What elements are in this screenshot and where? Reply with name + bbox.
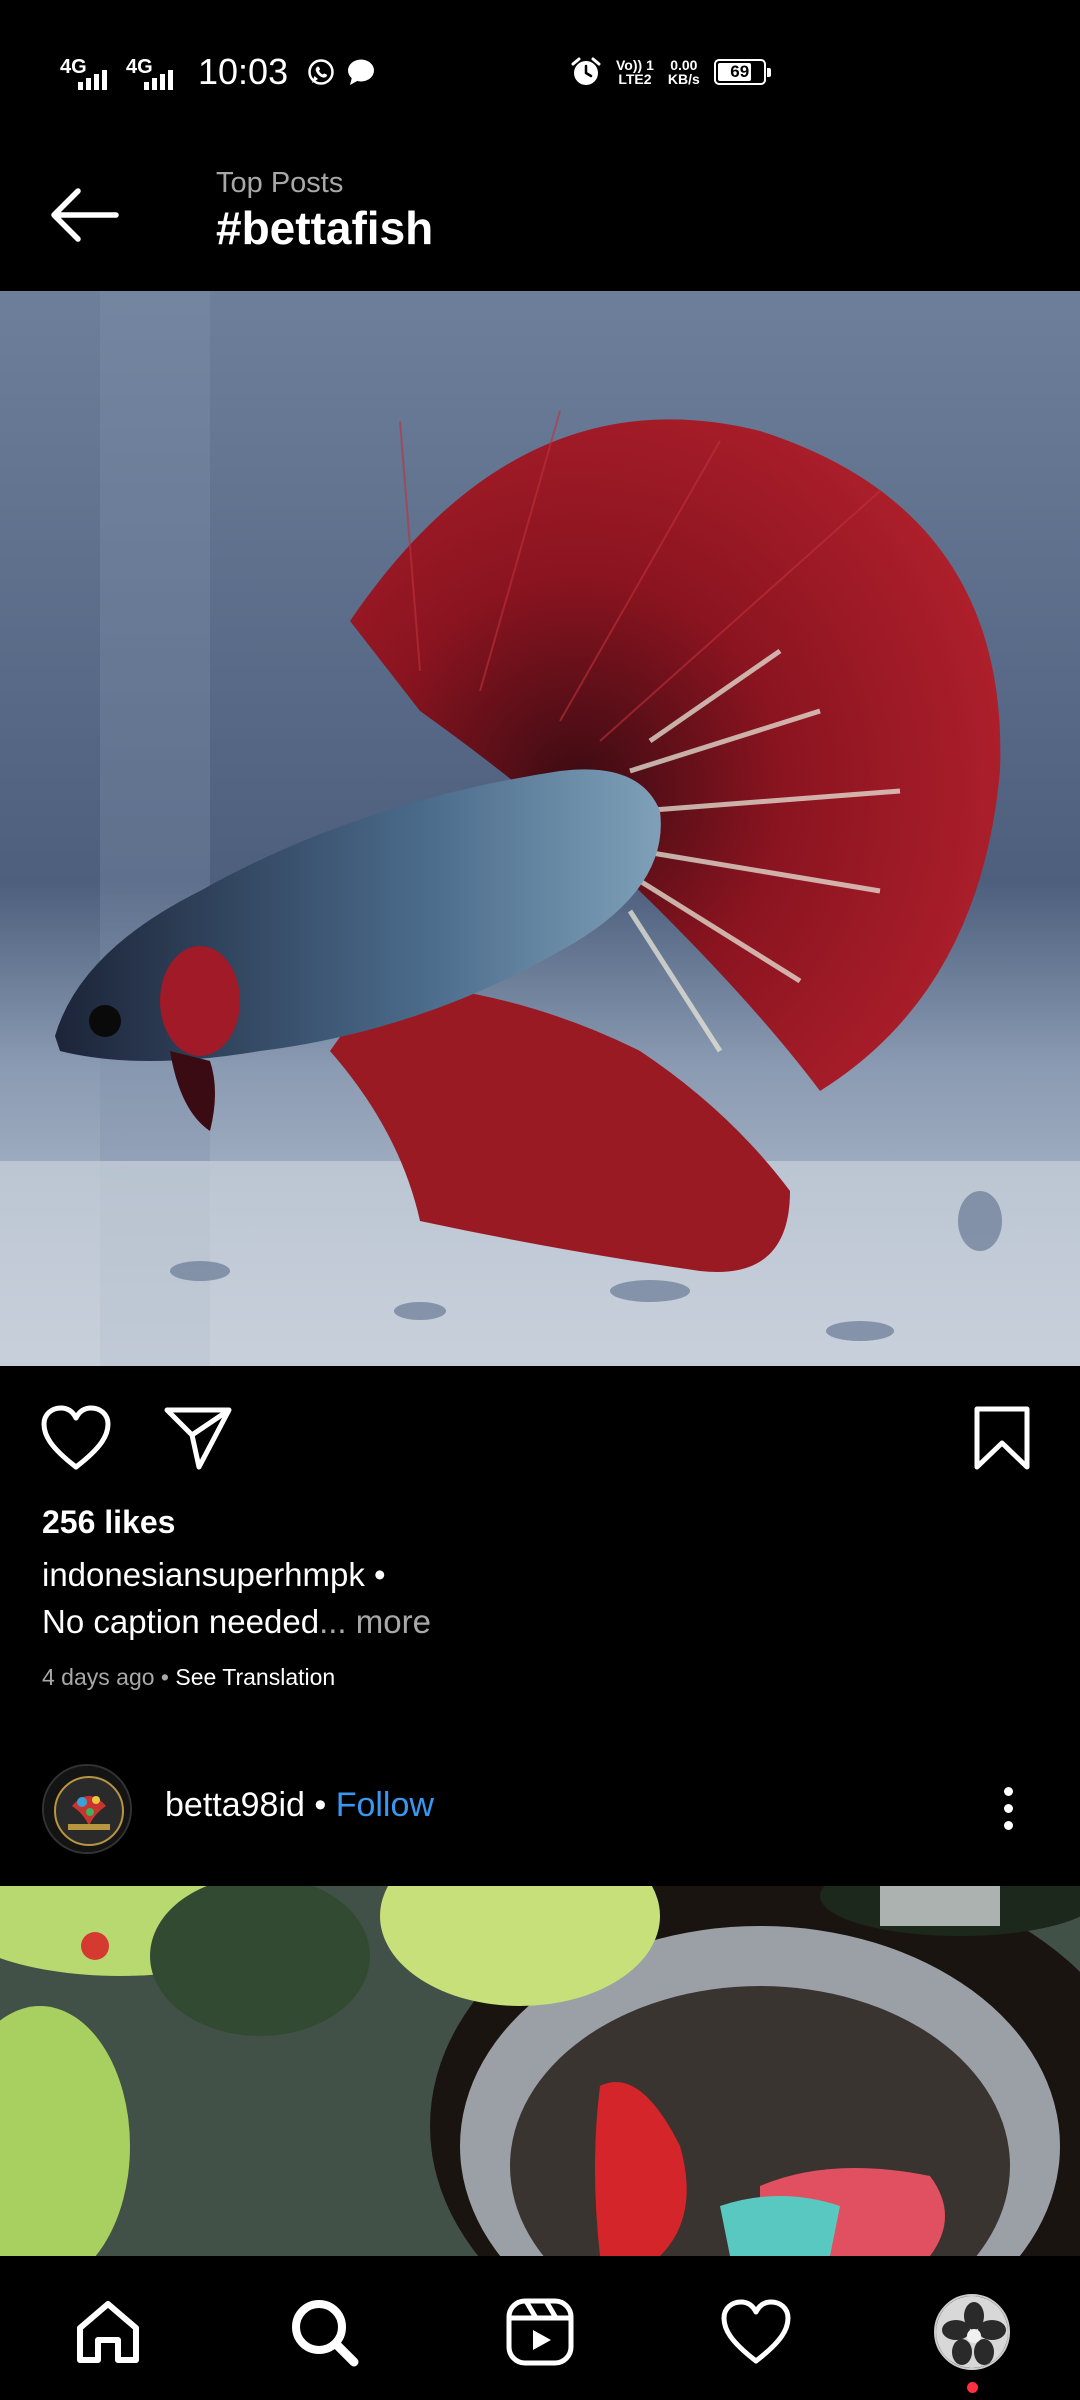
status-right: Vo)) 1 LTE2 0.00 KB/s 69 [570,52,771,92]
post-meta: 4 days ago • See Translation [42,1664,335,1691]
betta-fish-photo [0,291,1080,1366]
more-options-button[interactable] [982,1776,1034,1840]
notification-dot [967,2382,978,2393]
post-image[interactable] [0,291,1080,1366]
whatsapp-icon [308,59,334,85]
top-bar: Top Posts #bettafish [0,145,1080,291]
caption-text: No caption needed [42,1603,320,1640]
activity-heart-icon [721,2299,791,2364]
speed-value: 0.00 [670,57,698,73]
speed-unit: KB/s [667,71,700,87]
volte-line2: LTE2 [618,71,652,87]
nav-activity[interactable] [706,2282,806,2382]
caption: No caption needed... more [42,1603,431,1641]
post2-username[interactable]: betta98id [165,1786,305,1824]
see-translation-link[interactable]: See Translation [175,1664,335,1690]
message-icon [348,59,375,85]
more-link[interactable]: ... more [319,1603,431,1640]
avatar[interactable] [42,1764,132,1854]
network-speed: 0.00 KB/s [668,58,700,86]
likes-count[interactable]: 256 likes [42,1504,175,1541]
heart-icon [41,1405,111,1470]
post2-user-row: betta98id • Follow [165,1786,434,1825]
bookmark-icon [974,1406,1030,1470]
post2-image[interactable] [0,1886,1080,2256]
clock: 10:03 [198,51,289,92]
share-button[interactable] [160,1400,236,1476]
save-button[interactable] [964,1400,1040,1476]
back-arrow-icon [51,188,119,242]
profile-flower-icon [936,2296,1008,2368]
volte-line1: Vo)) 1 [616,57,654,73]
nav-profile[interactable] [922,2282,1022,2382]
like-button[interactable] [38,1400,114,1476]
more-vertical-icon [1003,1786,1013,1796]
bottom-navigation [0,2256,1080,2400]
reels-icon [506,2298,574,2366]
nav-reels[interactable] [490,2282,590,2382]
volte-indicator: Vo)) 1 LTE2 [616,58,654,86]
status-bar: 4G 4G 10:03 Vo)) 1 LTE2 0.00 KB/s 69 [0,0,1080,145]
post-actions [0,1400,1080,1480]
user-avatar-logo [44,1766,130,1852]
time-ago: 4 days ago [42,1664,155,1690]
meta-separator: • [154,1664,176,1690]
signal-1: 4G [60,52,116,92]
search-icon [292,2300,359,2367]
profile-avatar [934,2294,1010,2370]
header-subtitle: Top Posts [216,167,344,199]
nav-home[interactable] [58,2282,158,2382]
nav-search[interactable] [274,2282,374,2382]
home-icon [77,2301,139,2363]
share-icon [164,1407,232,1470]
alarm-icon [571,57,601,85]
follow-button[interactable]: Follow [336,1786,434,1824]
signal-bars-icon [144,70,173,90]
post2-header: betta98id • Follow [0,1762,1080,1858]
battery-icon: 69 [713,59,771,85]
betta-bowl-photo [0,1886,1080,2256]
status-left: 4G 4G 10:03 [60,48,376,96]
signal-bars-icon [78,70,107,90]
back-button[interactable] [46,177,122,253]
post-author[interactable]: indonesiansuperhmpk • [42,1556,386,1594]
username-separator: • [304,1786,336,1824]
page-title: #bettafish [216,202,434,254]
battery-level: 69 [730,62,750,81]
signal-2: 4G [126,52,182,92]
